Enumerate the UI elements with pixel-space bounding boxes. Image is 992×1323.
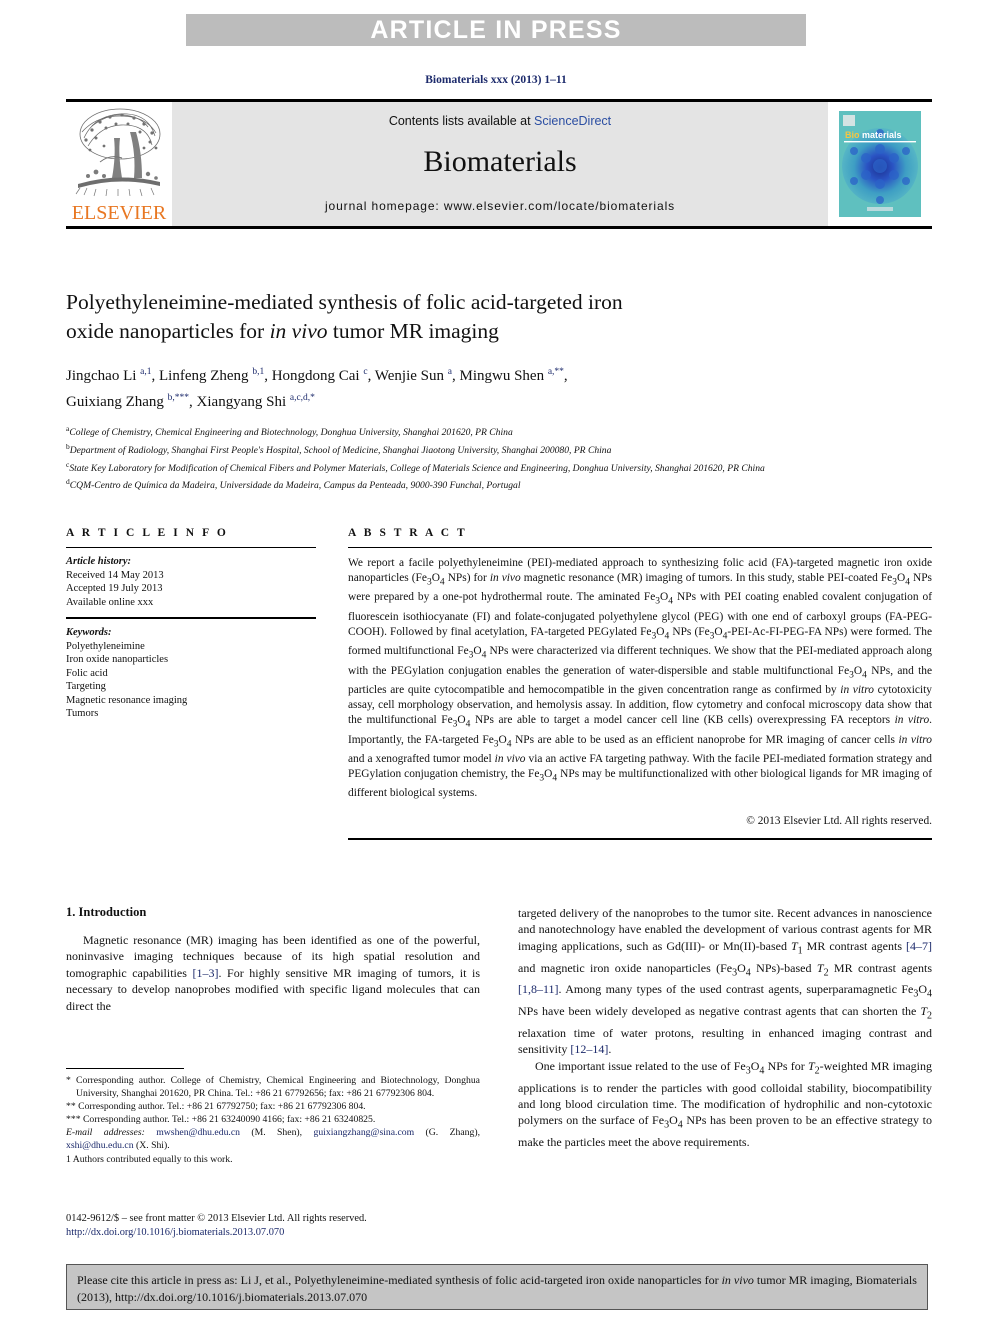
citation-ref[interactable]: [4–7] [906, 939, 932, 953]
article-history-label: Article history: [66, 556, 132, 567]
citation-ref[interactable]: [12–14] [570, 1042, 608, 1056]
affiliation-text: College of Chemistry, Chemical Engineeri… [69, 427, 513, 439]
contents-lists-line: Contents lists available at ScienceDirec… [172, 102, 828, 128]
elsevier-tree-icon [75, 108, 161, 197]
article-info-heading: A R T I C L E I N F O [66, 527, 229, 539]
journal-cover-thumbnail: Bio materials [828, 102, 932, 226]
introduction-paragraph-left: Magnetic resonance (MR) imaging has been… [66, 933, 480, 1013]
introduction-paragraph-right-1: targeted delivery of the nanoprobes to t… [518, 906, 932, 1057]
footnote-emails: E-mail addresses: mwshen@dhu.edu.cn (M. … [66, 1126, 480, 1152]
title-line-2-italic: in vivo [269, 319, 328, 343]
cite-this-article-text: Please cite this article in press as: Li… [77, 1272, 917, 1305]
abstract-rule [348, 547, 932, 548]
title-line-1: Polyethyleneimine-mediated synthesis of … [66, 290, 623, 314]
abstract-text: We report a facile polyethyleneimine (PE… [348, 557, 933, 800]
journal-homepage-line[interactable]: journal homepage: www.elsevier.com/locat… [172, 199, 828, 213]
cite-italic: in vivo [721, 1273, 754, 1287]
email-link-3[interactable]: xshi@dhu.edu.cn [66, 1140, 134, 1151]
body-right-column: targeted delivery of the nanoprobes to t… [518, 905, 932, 1151]
contents-prefix: Contents lists available at [388, 114, 535, 128]
journal-title: Biomaterials [423, 145, 577, 178]
introduction-heading: 1. Introduction [66, 905, 147, 919]
email-link-1[interactable]: mwshen@dhu.edu.cn [156, 1127, 240, 1138]
svg-text:materials: materials [862, 130, 902, 140]
issn-line: 0142-9612/$ – see front matter © 2013 El… [66, 1213, 367, 1224]
biomaterials-cover-image: Bio materials [839, 111, 921, 217]
info-abstract-row: A R T I C L E I N F O Article history: R… [66, 527, 932, 840]
history-item: Available online xxx [66, 596, 154, 608]
history-item: Received 14 May 2013 [66, 569, 164, 581]
footnote-corresponding-1: * Corresponding author. College of Chemi… [66, 1075, 480, 1100]
author-affil-mark: a,** [547, 367, 564, 377]
footnote-corresponding-3: *** Corresponding author. Tel.: +86 21 6… [66, 1114, 376, 1126]
keyword-item: Targeting [66, 681, 106, 692]
footnote-rule [66, 1068, 184, 1069]
title-line-2-post: tumor MR imaging [327, 319, 499, 343]
elsevier-wordmark: ELSEVIER [71, 202, 167, 224]
affiliation-item: bDepartment of Radiology, Shanghai First… [66, 440, 932, 458]
article-history-group: Article history: Received 14 May 2013 Ac… [66, 555, 316, 609]
svg-text:Bio: Bio [845, 130, 860, 140]
keyword-item: Iron oxide nanoparticles [66, 654, 169, 665]
keyword-item: Tumors [66, 708, 99, 719]
cite-pre: Please cite this article in press as: Li… [77, 1273, 722, 1287]
elsevier-logo: ELSEVIER [66, 102, 172, 226]
footnote-equal-contribution: 1 Authors contributed equally to this wo… [66, 1153, 233, 1165]
citation-ref[interactable]: [1–3] [192, 966, 218, 980]
author-list: Jingchao Li a,1, Linfeng Zheng b,1, Hong… [66, 367, 568, 410]
email-addresses-label: E-mail addresses: [66, 1127, 145, 1139]
title-block: Polyethyleneimine-mediated synthesis of … [66, 288, 932, 493]
email-owner-3: (X. Shi). [133, 1140, 170, 1152]
author-affil-mark: a,1 [140, 367, 152, 377]
affiliation-item: cState Key Laboratory for Modification o… [66, 458, 932, 476]
issn-block: 0142-9612/$ – see front matter © 2013 El… [66, 1212, 496, 1240]
citation-ref[interactable]: [1,8–11] [518, 982, 559, 996]
header-center-panel: Contents lists available at ScienceDirec… [172, 102, 828, 226]
author-affil-mark: a [447, 367, 452, 377]
sciencedirect-link[interactable]: ScienceDirect [534, 114, 611, 128]
keyword-item: Magnetic resonance imaging [66, 694, 188, 706]
footnotes-block: * Corresponding author. College of Chemi… [66, 1068, 480, 1166]
abstract-heading: A B S T R A C T [348, 527, 468, 539]
abstract-copyright: © 2013 Elsevier Ltd. All rights reserved… [746, 814, 932, 827]
author-affil-mark: b,*** [167, 393, 190, 403]
email-link-2[interactable]: guixiangzhang@sina.com [313, 1127, 414, 1138]
keyword-item: Folic acid [66, 667, 108, 679]
affiliations-block: aCollege of Chemistry, Chemical Engineer… [66, 422, 932, 493]
doi-link[interactable]: http://dx.doi.org/10.1016/j.biomaterials… [66, 1226, 496, 1240]
cite-this-article-box: Please cite this article in press as: Li… [66, 1264, 928, 1310]
title-line-2-pre: oxide nanoparticles for [66, 319, 270, 343]
author-affil-mark: a,c,d,* [289, 393, 315, 403]
author-affil-mark: c [363, 367, 368, 377]
email-owner-2: (G. Zhang), [414, 1127, 481, 1139]
introduction-paragraph-right-2: One important issue related to the use o… [518, 1058, 932, 1150]
history-item: Accepted 19 July 2013 [66, 583, 163, 594]
abstract-bottom-rule [348, 837, 932, 840]
article-info-rule [66, 547, 316, 548]
email-owner-1: (M. Shen), [239, 1127, 314, 1139]
affiliation-item: aCollege of Chemistry, Chemical Engineer… [66, 422, 932, 440]
keyword-item: Polyethyleneimine [66, 640, 145, 652]
author-affil-mark: b,1 [252, 367, 265, 377]
affiliation-text: State Key Laboratory for Modification of… [69, 462, 765, 474]
page-title: Polyethyleneimine-mediated synthesis of … [66, 288, 932, 346]
header-bottom-rule [66, 226, 932, 229]
article-in-press-banner: ARTICLE IN PRESS [186, 14, 806, 46]
abstract-column: A B S T R A C T We report a facile polye… [348, 527, 932, 840]
footnote-corresponding-2: ** Corresponding author. Tel.: +86 21 67… [66, 1101, 366, 1113]
journal-reference-line: Biomaterials xxx (2013) 1–11 [425, 74, 567, 86]
keywords-rule [66, 617, 316, 619]
journal-header: ELSEVIER Contents lists available at Sci… [66, 99, 932, 229]
affiliation-item: dCQM-Centro de Química da Madeira, Unive… [66, 475, 932, 493]
keywords-group: Keywords: Polyethyleneimine Iron oxide n… [66, 626, 316, 721]
keywords-label: Keywords: [66, 627, 112, 638]
affiliation-text: CQM-Centro de Química da Madeira, Univer… [69, 480, 521, 492]
article-in-press-label: ARTICLE IN PRESS [370, 15, 622, 44]
affiliation-text: Department of Radiology, Shanghai First … [69, 444, 612, 456]
article-info-column: A R T I C L E I N F O Article history: R… [66, 527, 316, 840]
